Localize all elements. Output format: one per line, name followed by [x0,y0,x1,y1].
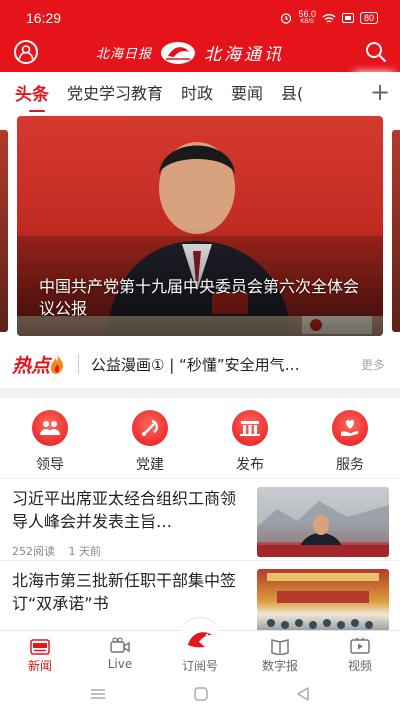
news-item[interactable]: 习近平出席亚太经合组织工商领导人峰会并发表主旨… 252阅读 1 天前 [0,479,400,561]
carousel-next-peek [392,130,400,332]
release-icon [232,410,268,446]
tab-headlines[interactable]: 头条 [15,80,49,113]
quick-link-release[interactable]: 发布 [200,398,300,478]
quick-link-leaders[interactable]: 领导 [0,398,100,478]
hot-news-ticker[interactable]: 热点 公益漫画① | “秒懂”安全用气… 更多 [0,340,400,388]
tab-party-history[interactable]: 党史学习教育 [67,80,163,104]
news-icon [30,639,50,655]
news-title: 北海市第三批新任职干部集中签订“双承诺”书 [12,571,237,613]
play-screen-icon [350,637,370,654]
hot-logo: 热点 [12,354,51,377]
video-camera-icon [110,637,130,653]
hot-divider [78,354,80,374]
tab-county[interactable]: 县( [281,80,309,104]
app-header: 16:29 56.0 KB/S 80 北海日报 北海通讯 [0,0,400,72]
carousel-prev-peek [0,130,8,332]
sim-icon [341,13,354,23]
menu-icon[interactable] [90,688,106,700]
news-title: 习近平出席亚太经合组织工商领导人峰会并发表主旨… [12,489,237,531]
quick-link-party[interactable]: 党建 [100,398,200,478]
brand-right-text: 北海通讯 [204,45,285,65]
network-speed: 56.0 KB/S [298,9,316,26]
hot-more-link[interactable]: 更多 [361,356,385,373]
party-emblem-icon [132,410,168,446]
dolphin-logo-icon [188,631,212,647]
top-bar: 北海日报 北海通讯 [0,36,400,72]
user-profile-button[interactable] [14,40,38,64]
brand-logo-icon [161,41,196,64]
nav-news-label: 新闻 [27,659,52,673]
nav-live-label: Live [107,657,133,671]
nav-subscription[interactable]: 订阅号 [160,617,240,676]
nav-live[interactable]: Live [80,631,160,676]
status-time: 16:29 [26,10,62,26]
quick-link-label: 领导 [36,457,64,473]
nav-video[interactable]: 视频 [320,631,400,676]
search-button[interactable] [364,40,388,64]
quick-link-service[interactable]: 服务 [300,398,400,478]
nav-digital-paper-label: 数字报 [261,659,298,673]
nav-news[interactable]: 新闻 [0,631,80,676]
quick-links: 领导 党建 发布 服务 [0,398,400,478]
leaders-icon [32,410,68,446]
status-icons: 56.0 KB/S 80 [280,10,378,26]
user-icon [18,45,34,60]
app-screen: 16:29 56.0 KB/S 80 北海日报 北海通讯 头条 党史学习教育 时… [0,0,400,711]
channel-tabs: 头条 党史学习教育 时政 要闻 县( + [0,72,400,113]
hot-headline[interactable]: 公益漫画① | “秒懂”安全用气… [91,354,353,375]
quick-link-label: 发布 [236,457,264,473]
banner-carousel[interactable]: 中国共产党第十九届中央委员会第六次全体会议公报 [0,112,400,340]
nav-digital-paper[interactable]: 数字报 [240,631,320,676]
quick-link-label: 服务 [336,457,364,473]
news-thumbnail [257,487,389,557]
quick-link-label: 党建 [136,457,164,473]
alarm-icon [281,13,292,24]
subscription-bubble [178,617,222,661]
nav-video-label: 视频 [347,659,372,673]
flame-icon [50,354,64,374]
service-heart-icon [332,410,368,446]
status-bar: 16:29 56.0 KB/S 80 [0,0,400,36]
news-time: 1 天前 [68,545,102,558]
news-reads: 252阅读 [12,545,55,558]
back-icon[interactable] [296,686,310,701]
search-icon [366,42,387,63]
brand-header: 北海日报 北海通讯 [96,40,284,65]
news-list: 习近平出席亚太经合组织工商领导人峰会并发表主旨… 252阅读 1 天前 北海市第… [0,478,400,630]
home-icon[interactable] [194,686,208,701]
brand-left-text: 北海日报 [96,47,153,62]
banner-title: 中国共产党第十九届中央委员会第六次全体会议公报 [39,277,360,318]
banner-slide[interactable]: 中国共产党第十九届中央委员会第六次全体会议公报 [17,116,383,336]
tab-politics[interactable]: 时政 [181,80,213,104]
battery-indicator: 80 [359,12,378,24]
wifi-icon [322,13,336,23]
tab-important-news[interactable]: 要闻 [231,80,263,104]
news-meta: 252阅读 1 天前 [12,543,101,559]
newspaper-icon [271,639,289,655]
system-nav-bar [0,676,400,711]
news-thumbnail [257,569,389,630]
add-channel-button[interactable]: + [360,72,400,112]
bottom-nav: 新闻 Live 订阅号 数字报 视频 [0,617,400,676]
